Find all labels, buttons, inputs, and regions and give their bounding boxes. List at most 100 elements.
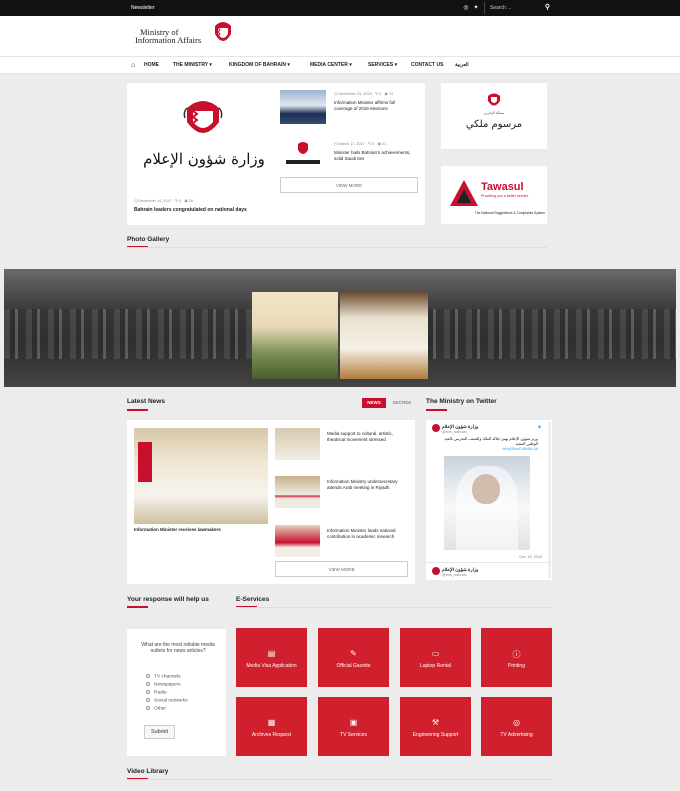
eservice-tv-advertising[interactable]: ◎ TV Advertising [481,697,552,756]
twitter-icon[interactable]: ✦ [472,4,480,12]
submit-button[interactable]: Submit [144,725,175,739]
nav-contact-us[interactable]: CONTACT US [411,57,443,74]
tweet-link[interactable]: bit.ly/2bmC9DH5L0A [434,447,538,451]
avatar [432,567,440,575]
tawasul-banner[interactable]: Tawasul Providing you a better service T… [441,166,547,224]
nav-home[interactable]: HOME [144,57,159,74]
eservice-laptop-rental[interactable]: ▭ Laptop Rental [400,628,471,687]
photo-gallery-heading: Photo Gallery [127,236,170,243]
info-icon: ⓘ [512,650,521,659]
eservice-label: Media Visa Application [246,663,297,669]
news-thumbnail[interactable] [275,476,320,508]
bahrain-emblem-icon [488,93,500,106]
twitter-heading: The Ministry on Twitter [426,398,497,405]
divider [127,247,547,248]
ministry-calligraphy: وزارة شؤون الإعلام [143,150,265,168]
nav-the-ministry[interactable]: THE MINISTRY ▾ [173,57,212,74]
nav-media-center[interactable]: MEDIA CENTER ▾ [310,57,352,74]
eservice-official-gazette[interactable]: ✎ Official Gazette [318,628,389,687]
divider [127,779,552,780]
eservice-tv-services[interactable]: ▣ TV Services [318,697,389,756]
poll-heading: Your response will help us [127,596,209,603]
eservices-heading: E-Services [236,596,270,603]
news-meta: ◷ November 23, 2018 ✎ 0 ◉ 74 [334,92,394,96]
tab-decree[interactable]: DECREE [390,398,414,408]
tawasul-logo-icon [450,180,478,206]
document-icon: ▤ [267,649,276,658]
latest-news-main-image[interactable] [134,428,268,524]
eservice-label: Archives Request [251,732,292,738]
news-title[interactable]: Media support to cultural, artistic, the… [327,431,411,442]
toggle-icon: ◎ [513,718,520,727]
news-thumbnail[interactable] [275,525,320,557]
ministry-logo-thumb-icon [286,142,320,164]
search-icon[interactable]: ⚲ [545,2,550,14]
ministry-emblem-icon [183,101,223,133]
gallery-photo-ceremony[interactable] [252,292,338,379]
gallery-photo-meeting[interactable] [340,292,428,379]
bahrain-emblem-icon [215,22,231,41]
nav-kingdom-of-bahrain[interactable]: KINGDOM OF BAHRAIN ▾ [229,57,290,74]
royal-decree-banner[interactable]: مملكة البحرين مرسوم ملكي [441,83,547,149]
news-thumbnail[interactable] [280,140,326,174]
tweet-date: Dec 15, 2018 [519,555,542,559]
tv-icon: ▣ [349,718,358,727]
tawasul-subtitle: The National Suggestions & Complaints Sy… [474,211,545,215]
newsletter-link[interactable]: Newsletter [131,5,155,11]
eservice-label: TV Services [340,732,367,738]
news-title[interactable]: Minister hails Bahrain's achievements, s… [334,150,414,161]
search-input[interactable]: Search ... ⚲ [484,2,552,14]
view-more-button[interactable]: VIEW MORE [275,561,408,577]
news-title[interactable]: Information Minister leads national cont… [327,528,411,539]
poll-option[interactable]: Newspapers [146,682,181,687]
eservice-label: Engineering Support [412,732,459,738]
nav-arabic[interactable]: العربية [455,57,469,74]
twitter-feed[interactable]: ✦ وزارة شؤون الإعلام @moi_bahrain وزير ش… [426,420,552,580]
tweet-handle: @moi_bahrain [442,573,467,577]
site-logo-text[interactable]: Ministry of Information Affairs [135,28,201,45]
latest-news-main-title[interactable]: Information Minister receives lawmakers [134,527,221,533]
view-more-button[interactable]: VIEW MORE [280,177,418,193]
home-icon[interactable]: ⌂ [131,57,135,74]
featured-title[interactable]: Bahrain leaders congratulated on nationa… [134,207,247,214]
royal-decree-label: مرسوم ملكي [465,119,523,130]
eservice-media-visa[interactable]: ▤ Media Visa Application [236,628,307,687]
twitter-icon: ✦ [536,425,542,431]
eservice-label: Printing [508,663,525,669]
news-meta: ◷ March 17, 2017 ✎ 0 ◉ 21 [334,142,387,146]
eservice-printing[interactable]: ⓘ Printing [481,628,552,687]
news-thumbnail[interactable] [280,90,326,124]
news-title[interactable]: Information Minister affirms full covera… [334,100,414,111]
tab-news[interactable]: NEWS [362,398,386,408]
featured-meta: ◷ December 14, 2017 ✎ 0 ◉ 28 [134,199,194,203]
divider [426,562,552,563]
avatar [432,424,440,432]
news-thumbnail[interactable] [275,428,320,460]
latest-news-heading: Latest News [127,398,165,405]
poll-option[interactable]: Social networks [146,698,188,703]
poll-option[interactable]: Other [146,706,166,711]
video-library-heading: Video Library [127,768,169,775]
poll-option[interactable]: Radio [146,690,167,695]
heading-underline [127,409,148,411]
eservice-label: TV Advertising [500,732,533,738]
royal-decree-caption: مملكة البحرين [483,111,505,115]
poll-question: What are the most reliable media outlets… [141,642,215,655]
instagram-icon[interactable]: ◎ [462,4,470,12]
heading-underline [426,409,447,411]
eservice-engineering-support[interactable]: ⚒ Engineering Support [400,697,471,756]
nav-services[interactable]: SERVICES ▾ [368,57,397,74]
poll-option[interactable]: TV channels [146,674,181,679]
tawasul-tagline: Providing you a better service [481,194,529,198]
heading-underline [127,606,148,608]
scrollbar[interactable] [548,422,551,578]
tweet-handle: @moi_bahrain [442,430,467,434]
tweet-image[interactable] [444,456,530,550]
tweet-text: وزير شؤون الإعلام يهنئ جلالة الملك والشع… [444,437,538,446]
divider [236,607,552,608]
gavel-icon: ⚒ [431,718,440,727]
news-title[interactable]: Information Ministry undersecretary atte… [327,479,411,490]
eservice-label: Official Gazette [336,663,371,669]
eservice-archives-request[interactable]: ▦ Archives Request [236,697,307,756]
tawasul-title: Tawasul [481,181,524,193]
